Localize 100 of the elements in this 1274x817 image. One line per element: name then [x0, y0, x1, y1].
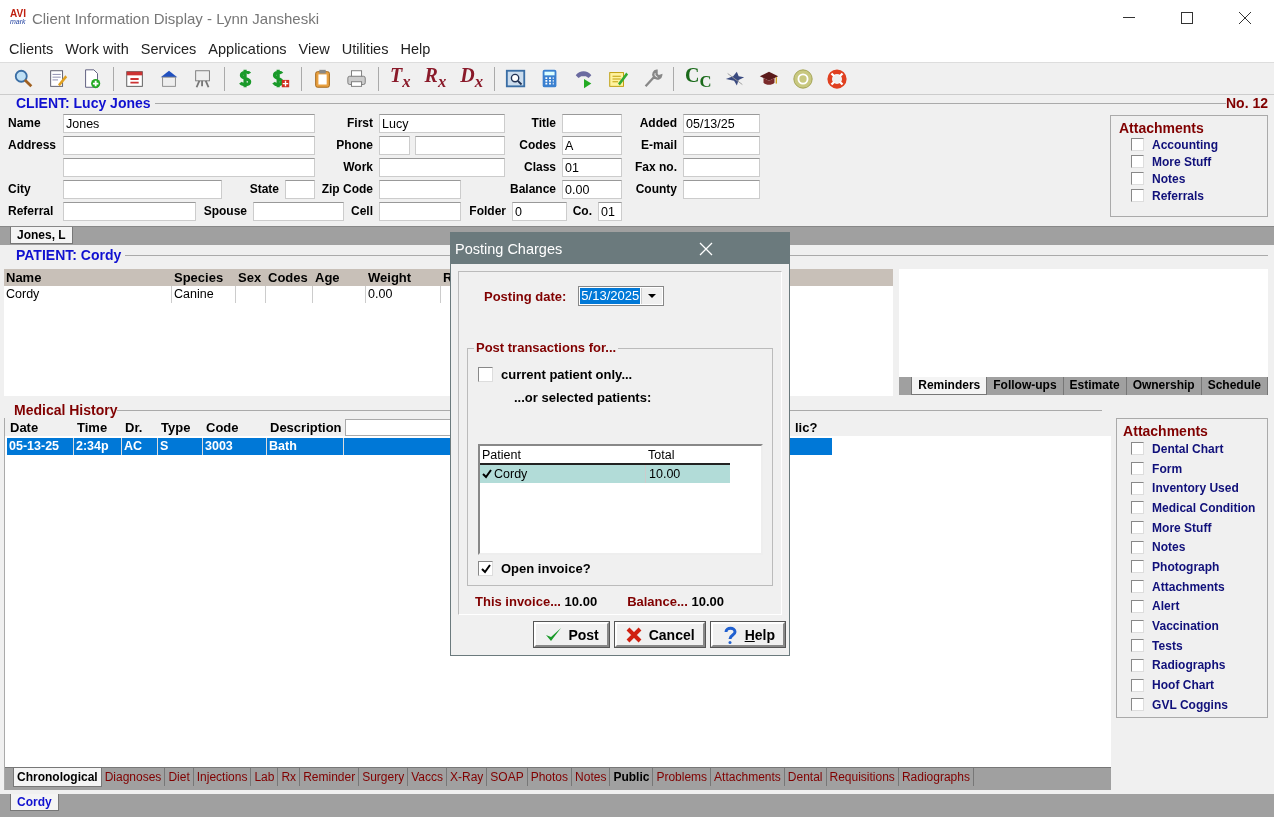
checkbox-label: More Stuff	[1152, 520, 1212, 535]
tab[interactable]: Vaccs	[408, 768, 447, 786]
toolbar-button[interactable]: T$_{x}$	[390, 64, 411, 93]
checkbox[interactable]	[1131, 172, 1144, 185]
tab[interactable]: Cordy	[10, 794, 59, 811]
tab[interactable]: Diet	[165, 768, 194, 786]
post-button[interactable]: Post	[534, 622, 609, 647]
input-field[interactable]	[285, 179, 315, 199]
toolbar-button[interactable]: C$_{C}$	[685, 64, 712, 93]
balance-label: Balance...	[627, 594, 688, 609]
input-field[interactable]	[63, 157, 315, 177]
checkbox[interactable]	[1131, 678, 1145, 692]
checkbox[interactable]	[1131, 189, 1144, 202]
input-field[interactable]	[683, 135, 760, 155]
tab[interactable]: Lab	[251, 768, 279, 786]
checkbox[interactable]	[1131, 501, 1145, 515]
input-field[interactable]: 0.00	[562, 179, 622, 199]
checkbox[interactable]	[478, 561, 493, 576]
input-field[interactable]	[63, 135, 315, 155]
tab[interactable]: Diagnoses	[101, 768, 166, 786]
tab[interactable]: X-Ray	[447, 768, 488, 786]
checkbox[interactable]	[1131, 481, 1145, 495]
table-cell-text: 10.00	[648, 466, 681, 483]
input-field[interactable]: A	[562, 135, 622, 155]
menu-item[interactable]: Clients	[3, 41, 60, 57]
input-field[interactable]	[415, 135, 505, 155]
tab[interactable]: Attachments	[711, 768, 785, 786]
checkbox[interactable]	[1131, 462, 1145, 476]
input-field[interactable]: 01	[562, 157, 622, 177]
input-field[interactable]: 05/13/25	[683, 113, 760, 133]
checkbox[interactable]	[1131, 540, 1145, 554]
input-field[interactable]	[379, 201, 461, 221]
checkbox[interactable]	[1131, 658, 1145, 672]
input-field[interactable]	[683, 179, 760, 199]
tab[interactable]: Surgery	[359, 768, 409, 786]
input-field[interactable]: 01	[598, 201, 622, 221]
checkbox[interactable]	[1131, 442, 1145, 456]
toolbar-button[interactable]: R$_{x}$	[424, 64, 447, 93]
tab[interactable]: Public	[610, 768, 654, 786]
menu-item[interactable]: Help	[394, 41, 437, 57]
input-field[interactable]	[562, 113, 622, 133]
checkbox[interactable]	[1131, 560, 1145, 574]
input-field[interactable]: 0	[512, 201, 567, 221]
tab[interactable]: Chronological	[13, 768, 102, 787]
tab[interactable]: Reminders	[911, 377, 988, 395]
tab[interactable]: Jones, L	[10, 227, 73, 244]
input-field[interactable]	[379, 157, 505, 177]
checkbox-label: Vaccination	[1152, 619, 1219, 634]
menu-item[interactable]: Applications	[202, 41, 293, 57]
checkbox-label: Referrals	[1152, 188, 1205, 203]
table-cell: Canine	[172, 286, 236, 303]
total-label: This invoice...	[475, 594, 561, 609]
help-button[interactable]: Help	[710, 622, 785, 647]
input-field[interactable]	[253, 201, 344, 221]
tab[interactable]: Requisitions	[826, 768, 899, 786]
menu-item[interactable]: Work with	[59, 41, 135, 57]
column-header: Code	[205, 419, 240, 435]
input-field[interactable]	[683, 157, 760, 177]
input-field[interactable]: Lucy	[379, 113, 505, 133]
tab[interactable]: Estimate	[1063, 377, 1127, 395]
column-header: lic?	[794, 419, 818, 435]
checkbox[interactable]	[1131, 155, 1144, 168]
tab[interactable]: Follow-ups	[987, 377, 1064, 395]
tab[interactable]: SOAP	[487, 768, 528, 786]
input-field[interactable]	[63, 201, 196, 221]
checkbox[interactable]	[1131, 639, 1145, 653]
cancel-button[interactable]: Cancel	[614, 622, 705, 647]
tab[interactable]: Radiographs	[898, 768, 974, 786]
tab[interactable]: Notes	[572, 768, 611, 786]
checkbox[interactable]	[1131, 580, 1145, 594]
tab[interactable]: Photos	[527, 768, 573, 786]
tab[interactable]: Schedule	[1201, 377, 1268, 395]
menu-item[interactable]: Services	[134, 41, 203, 57]
toolbar-button[interactable]: D$_{x}$	[460, 64, 483, 93]
input-field[interactable]: Jones	[63, 113, 315, 133]
field-label: Balance	[508, 182, 557, 196]
checkbox[interactable]	[478, 367, 493, 382]
balance-value: 10.00	[691, 594, 724, 609]
input-field[interactable]	[379, 179, 461, 199]
tab[interactable]: Injections	[193, 768, 252, 786]
checkbox[interactable]	[1131, 698, 1145, 712]
menu-item[interactable]: Utilities	[335, 41, 395, 57]
tab[interactable]: Reminder	[300, 768, 360, 786]
tab[interactable]: Dental	[784, 768, 827, 786]
column-header: Sex	[237, 270, 263, 285]
input-field[interactable]	[63, 179, 222, 199]
input-field[interactable]	[379, 135, 410, 155]
checkbox[interactable]	[1131, 599, 1145, 613]
checkbox[interactable]	[1131, 521, 1145, 535]
date-field[interactable]: 5/13/2025	[578, 286, 665, 306]
tab[interactable]: Ownership	[1126, 377, 1202, 395]
checkbox-label: Attachments	[1152, 579, 1225, 594]
menu-item[interactable]: View	[292, 41, 336, 57]
group-title: Post transactions for...	[474, 340, 619, 355]
tab[interactable]: Rx	[278, 768, 301, 786]
checkbox[interactable]	[1131, 619, 1145, 633]
checkbox[interactable]	[1131, 138, 1144, 151]
list-row[interactable]: Cordy 10.00	[480, 465, 730, 483]
field-label: Address	[8, 138, 58, 152]
tab[interactable]: Problems	[653, 768, 712, 786]
